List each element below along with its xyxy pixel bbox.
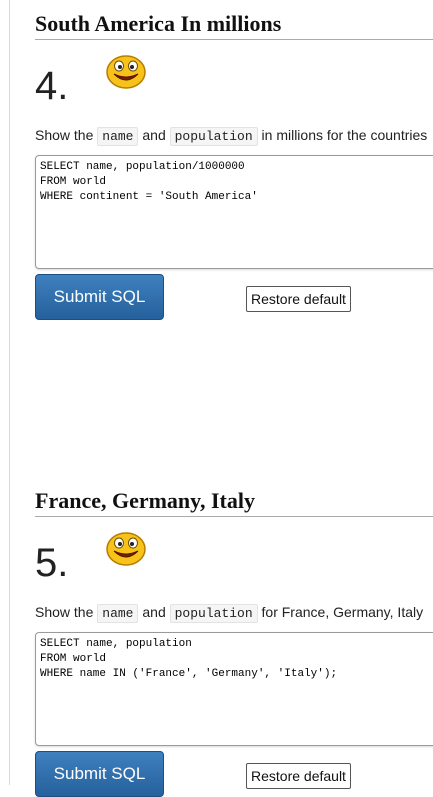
question-5-section: France, Germany, Italy 5. Show the name … xyxy=(35,488,433,797)
prompt-text: and xyxy=(142,604,166,620)
submit-sql-button[interactable]: Submit SQL xyxy=(35,274,164,320)
question-number: 5. xyxy=(35,541,69,585)
prompt-text: in millions for the countries xyxy=(261,127,428,143)
code-population: population xyxy=(169,604,258,623)
submit-sql-button[interactable]: Submit SQL xyxy=(35,751,164,797)
code-population: population xyxy=(169,127,258,146)
sql-editor-text[interactable]: SELECT name, population FROM world WHERE… xyxy=(36,633,433,686)
question-title: France, Germany, Italy xyxy=(35,488,255,513)
prompt-text: Show the xyxy=(35,604,94,620)
restore-default-button[interactable]: Restore default xyxy=(246,286,351,312)
question-title: South America In millions xyxy=(35,11,282,36)
sql-editor-text[interactable]: SELECT name, population/1000000 FROM wor… xyxy=(36,156,433,209)
smiley-face-icon xyxy=(106,532,146,566)
question-4-section: South America In millions 4. Show the na… xyxy=(35,11,433,320)
code-name: name xyxy=(97,127,139,146)
question-prompt: Show the name and population in millions… xyxy=(35,127,428,146)
page-left-border xyxy=(9,0,10,785)
smiley-face-icon xyxy=(106,55,146,89)
prompt-text: for France, Germany, Italy xyxy=(261,604,424,620)
heading-divider xyxy=(35,39,433,40)
sql-editor[interactable]: SELECT name, population FROM world WHERE… xyxy=(35,632,433,746)
question-number: 4. xyxy=(35,64,69,108)
sql-editor[interactable]: SELECT name, population/1000000 FROM wor… xyxy=(35,155,433,269)
prompt-text: and xyxy=(142,127,166,143)
code-name: name xyxy=(97,604,139,623)
restore-default-button[interactable]: Restore default xyxy=(246,763,351,789)
question-prompt: Show the name and population for France,… xyxy=(35,604,424,623)
heading-divider xyxy=(35,516,433,517)
prompt-text: Show the xyxy=(35,127,94,143)
